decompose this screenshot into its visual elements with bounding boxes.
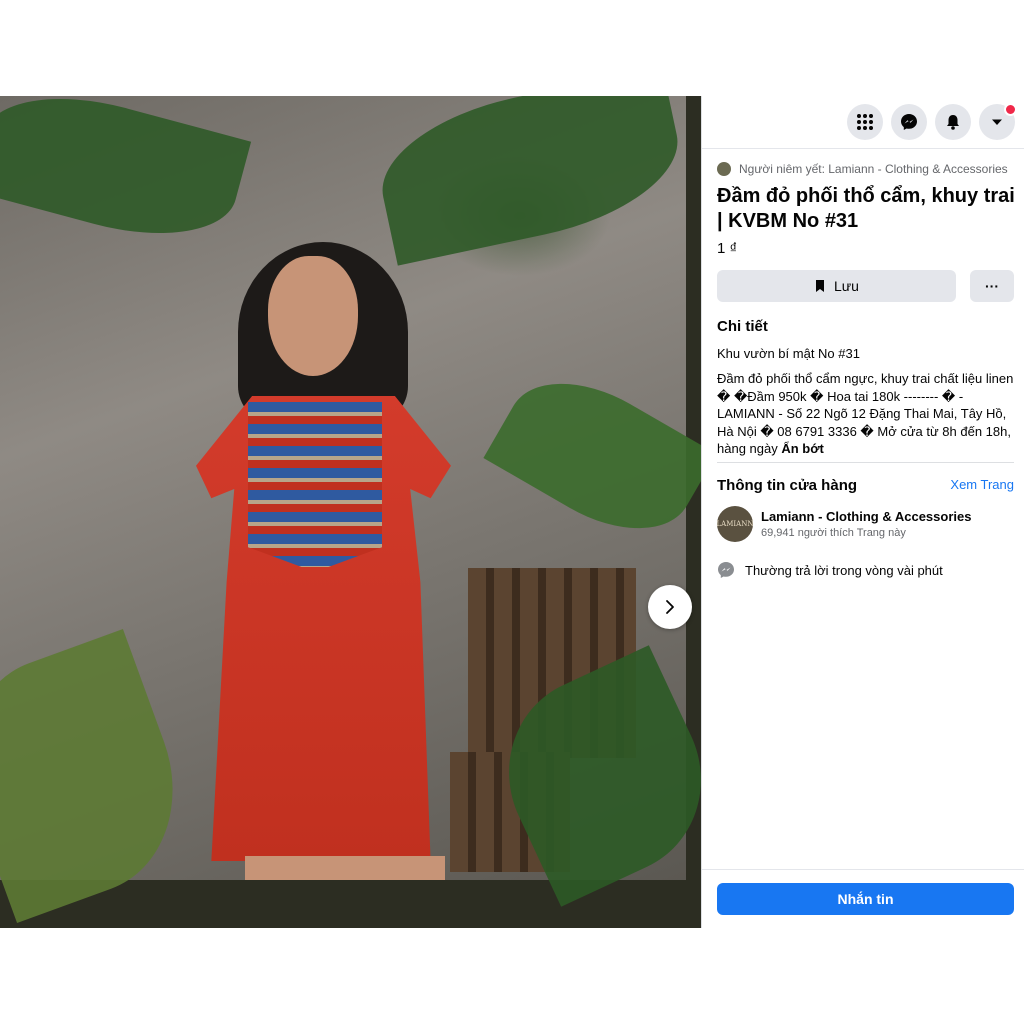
- next-image-button[interactable]: [648, 585, 692, 629]
- message-button[interactable]: Nhắn tin: [717, 883, 1014, 915]
- details-description: Đầm đỏ phối thổ cẩm ngực, khuy trai chất…: [717, 370, 1015, 458]
- description-text: Đầm đỏ phối thổ cẩm ngực, khuy trai chất…: [717, 371, 1014, 456]
- more-options-button[interactable]: ···: [970, 270, 1014, 302]
- bell-icon: [947, 115, 959, 130]
- store-heading: Thông tin cửa hàng: [717, 477, 858, 494]
- details-heading: Chi tiết: [717, 318, 768, 335]
- listing-price: 1 ₫: [717, 240, 738, 257]
- chevron-right-icon: [666, 600, 674, 614]
- messenger-icon: [901, 114, 917, 130]
- save-label: Lưu: [834, 278, 859, 294]
- seller-line: Người niêm yết: Lamiann - Clothing & Acc…: [717, 162, 1008, 176]
- notifications-button[interactable]: [935, 104, 971, 140]
- listing-panel: Người niêm yết: Lamiann - Clothing & Acc…: [701, 96, 1024, 928]
- messenger-button[interactable]: [891, 104, 927, 140]
- response-time-text: Thường trả lời trong vòng vài phút: [745, 562, 943, 578]
- footer-divider: [702, 869, 1024, 870]
- menu-grid-icon: [857, 114, 873, 130]
- caret-down-icon: [992, 119, 1002, 125]
- top-bar: [702, 96, 1024, 149]
- bookmark-icon: [816, 280, 825, 292]
- notification-dot: [1004, 103, 1017, 116]
- store-name[interactable]: Lamiann - Clothing & Accessories: [761, 509, 971, 524]
- media-viewer: [0, 96, 701, 928]
- section-divider: [717, 462, 1014, 463]
- account-menu-button[interactable]: [979, 103, 1017, 140]
- see-page-link[interactable]: Xem Trang: [950, 477, 1014, 492]
- store-avatar-text: LAMIANN: [716, 520, 754, 528]
- collapse-link[interactable]: Ẩn bớt: [781, 441, 823, 456]
- messenger-icon: [718, 562, 734, 578]
- store-likes: 69,941 người thích Trang này: [761, 527, 906, 539]
- menu-button[interactable]: [847, 104, 883, 140]
- listing-title: Đầm đỏ phối thổ cẩm, khuy trai | KVBM No…: [717, 185, 1015, 232]
- response-time-row: Thường trả lời trong vòng vài phút: [717, 561, 943, 579]
- save-button[interactable]: Lưu: [717, 270, 956, 302]
- more-options-icon: ···: [985, 278, 999, 294]
- store-avatar[interactable]: LAMIANN: [717, 506, 753, 542]
- details-subtitle: Khu vườn bí mật No #31: [717, 346, 860, 361]
- seller-text: Người niêm yết: Lamiann - Clothing & Acc…: [739, 162, 1008, 176]
- seller-avatar: [717, 162, 731, 176]
- product-photo: [0, 96, 701, 923]
